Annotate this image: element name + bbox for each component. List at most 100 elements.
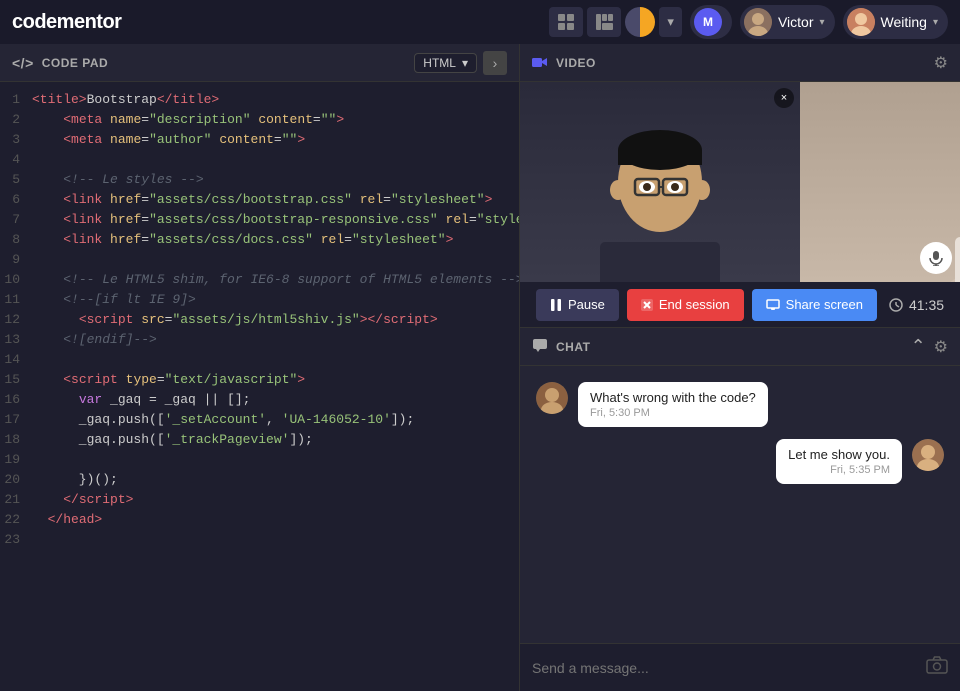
line-number: 3 <box>0 130 32 150</box>
code-line: 19 <box>0 450 519 470</box>
chat-message: What's wrong with the code? Fri, 5:30 PM <box>536 382 944 427</box>
video-settings-icon[interactable]: ⚙ <box>934 53 948 73</box>
line-code: </head> <box>32 510 102 530</box>
theme-toggle-icon[interactable] <box>625 7 655 37</box>
line-code: </script> <box>32 490 133 510</box>
code-pad-title: </> CODE PAD <box>12 55 108 71</box>
video-feed-left: × <box>520 82 800 282</box>
code-pad-controls: HTML ▾ › <box>414 51 507 75</box>
chat-collapse-icon[interactable]: ⌃ <box>911 336 926 357</box>
code-line: 16 var _gaq = _gaq || []; <box>0 390 519 410</box>
user-weiting-pill[interactable]: Weiting ▾ <box>843 5 948 39</box>
message-time: Fri, 5:35 PM <box>788 464 890 476</box>
layout-alt-icon[interactable] <box>587 7 621 37</box>
line-number: 18 <box>0 430 32 450</box>
chat-section: CHAT ⌃ ⚙ What's wrong with the code? Fri,… <box>520 328 960 691</box>
share-screen-icon <box>766 299 780 311</box>
nav-icons: ▾ <box>549 7 682 37</box>
session-timer: 41:35 <box>889 297 944 313</box>
code-line: 22 </head> <box>0 510 519 530</box>
chat-input-area <box>520 643 960 691</box>
line-number: 9 <box>0 250 32 270</box>
code-line: 17 _gaq.push(['_setAccount', 'UA-146052-… <box>0 410 519 430</box>
code-line: 10 <!-- Le HTML5 shim, for IE6-8 support… <box>0 270 519 290</box>
line-number: 14 <box>0 350 32 370</box>
line-code: <link href="assets/css/bootstrap-respons… <box>32 210 519 230</box>
message-text: What's wrong with the code? <box>590 390 756 405</box>
video-feed-right <box>800 82 960 282</box>
code-line: 3 <meta name="author" content=""> <box>0 130 519 150</box>
pause-button[interactable]: Pause <box>536 289 619 321</box>
code-editor[interactable]: 1<title>Bootstrap</title>2 <meta name="d… <box>0 82 519 691</box>
code-pad-header: </> CODE PAD HTML ▾ › <box>0 44 519 82</box>
pause-icon <box>550 298 562 312</box>
end-session-button[interactable]: End session <box>627 289 744 321</box>
line-code: <title>Bootstrap</title> <box>32 90 219 110</box>
code-line: 2 <meta name="description" content=""> <box>0 110 519 130</box>
message-bubble: What's wrong with the code? Fri, 5:30 PM <box>578 382 768 427</box>
line-number: 10 <box>0 270 32 290</box>
camera-icon <box>532 55 548 71</box>
expand-button[interactable]: › <box>483 51 507 75</box>
code-line: 15 <script type="text/javascript"> <box>0 370 519 390</box>
line-number: 2 <box>0 110 32 130</box>
user-m-avatar: M <box>694 8 722 36</box>
theme-dropdown[interactable]: ▾ <box>659 7 682 37</box>
code-line: 21 </script> <box>0 490 519 510</box>
line-number: 19 <box>0 450 32 470</box>
code-line: 13 <![endif]--> <box>0 330 519 350</box>
end-session-icon <box>641 299 653 311</box>
line-number: 8 <box>0 230 32 250</box>
user-victor-pill[interactable]: Victor ▾ <box>740 5 835 39</box>
code-line: 23 <box>0 530 519 550</box>
camera-attach-icon[interactable] <box>926 656 948 679</box>
lang-selector[interactable]: HTML ▾ <box>414 53 477 73</box>
weiting-dropdown-icon: ▾ <box>933 17 938 28</box>
line-code: <script src="assets/js/html5shiv.js"></s… <box>32 310 438 330</box>
pause-label: Pause <box>568 297 605 312</box>
mic-button[interactable] <box>920 242 952 274</box>
share-screen-label: Share screen <box>786 297 863 312</box>
layout-grid-icon[interactable] <box>549 7 583 37</box>
line-number: 17 <box>0 410 32 430</box>
main-content: </> CODE PAD HTML ▾ › 1<title>Bootstrap<… <box>0 44 960 691</box>
share-screen-button[interactable]: Share screen <box>752 289 877 321</box>
message-bubble: Let me show you.Fri, 5:35 PM <box>776 439 902 484</box>
close-video-left-btn[interactable]: × <box>774 88 794 108</box>
line-code: <!-- Le styles --> <box>32 170 204 190</box>
chat-message: Let me show you.Fri, 5:35 PM <box>536 439 944 484</box>
chat-label: CHAT <box>556 340 590 354</box>
video-area: × <box>520 82 960 282</box>
code-line: 8 <link href="assets/css/docs.css" rel="… <box>0 230 519 250</box>
code-line: 12 <script src="assets/js/html5shiv.js">… <box>0 310 519 330</box>
chat-input[interactable] <box>532 660 918 676</box>
message-avatar <box>536 382 568 414</box>
user-m-pill[interactable]: M <box>690 5 732 39</box>
code-pad: </> CODE PAD HTML ▾ › 1<title>Bootstrap<… <box>0 44 520 691</box>
lang-chevron-icon: ▾ <box>462 56 468 70</box>
line-number: 6 <box>0 190 32 210</box>
code-pad-label: CODE PAD <box>42 56 108 70</box>
chat-messages: What's wrong with the code? Fri, 5:30 PM L… <box>520 366 960 643</box>
nav-right: ▾ M Victor ▾ <box>549 5 948 39</box>
code-line: 14 <box>0 350 519 370</box>
code-line: 1<title>Bootstrap</title> <box>0 90 519 110</box>
user-victor-name: Victor <box>778 14 814 30</box>
line-code: <link href="assets/css/docs.css" rel="st… <box>32 230 453 250</box>
code-line: 9 <box>0 250 519 270</box>
line-number: 22 <box>0 510 32 530</box>
line-number: 16 <box>0 390 32 410</box>
right-panel: VIDEO ⚙ <box>520 44 960 691</box>
line-number: 23 <box>0 530 32 550</box>
line-number: 4 <box>0 150 32 170</box>
message-time: Fri, 5:30 PM <box>590 407 756 419</box>
user-victor-avatar <box>744 8 772 36</box>
dropdown-chevron-icon: ▾ <box>667 14 674 30</box>
line-code: <![endif]--> <box>32 330 157 350</box>
line-code: <meta name="description" content=""> <box>32 110 344 130</box>
chat-bubble-icon <box>532 338 548 355</box>
line-number: 21 <box>0 490 32 510</box>
chat-header-actions: ⌃ ⚙ <box>911 336 948 357</box>
chat-settings-icon[interactable]: ⚙ <box>934 337 948 357</box>
clock-icon <box>889 298 903 312</box>
